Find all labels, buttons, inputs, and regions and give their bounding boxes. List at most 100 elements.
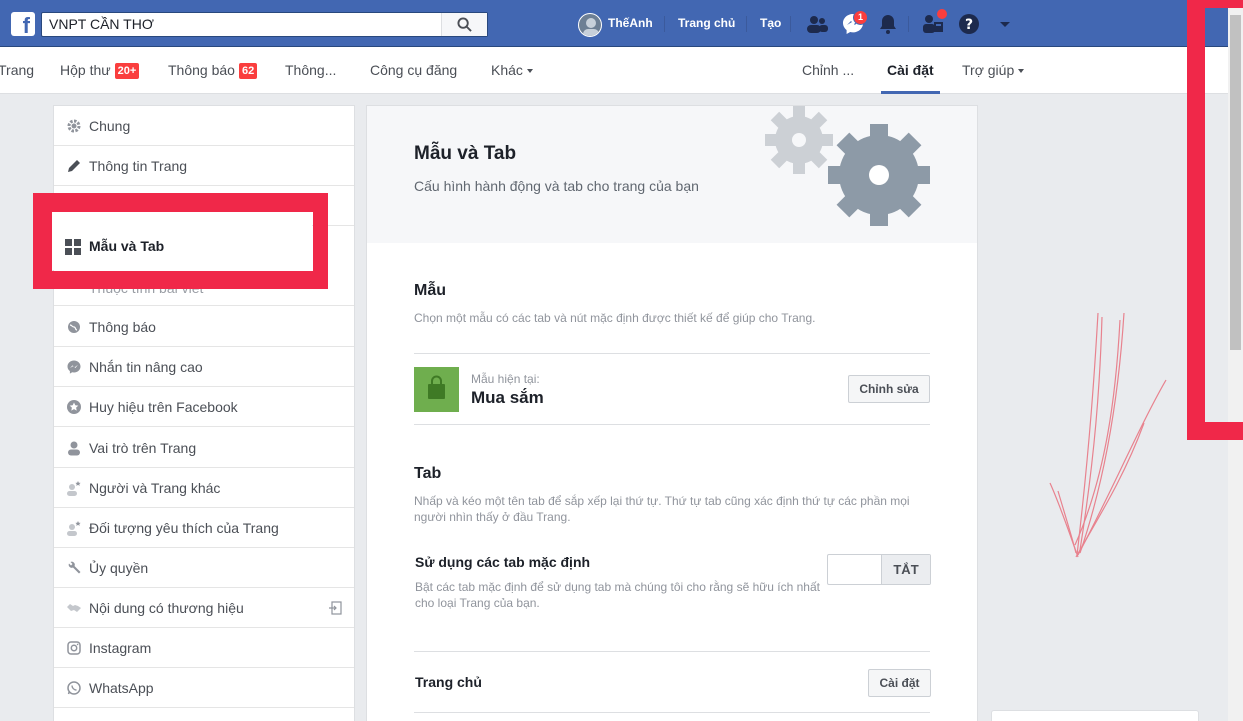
sidebar-item-label: Mẫu và Tab	[89, 238, 165, 254]
sidebar-item-page-info[interactable]: Thông tin Trang	[54, 146, 354, 186]
divider	[414, 651, 930, 652]
page-title: Mẫu và Tab	[414, 143, 517, 164]
right-column-card	[991, 710, 1199, 721]
page-navigation: Trang Hộp thư 20+ Thông báo 62 Thông... Cô…	[0, 47, 1228, 94]
caret-down-icon	[526, 69, 533, 73]
friend-requests-icon[interactable]	[805, 12, 829, 36]
edit-template-button[interactable]: Chỉnh sửa	[848, 375, 930, 403]
grid-icon	[65, 239, 81, 255]
pencil-icon	[68, 160, 80, 172]
divider	[664, 16, 665, 32]
new-dot-badge	[937, 9, 947, 19]
wrench-icon	[68, 561, 81, 574]
sidebar-item-notifications[interactable]: Thông báo	[54, 307, 354, 347]
template-section-title: Mẫu	[414, 282, 446, 299]
template-section-description: Chọn một mẫu có các tab và nút mặc định …	[414, 311, 816, 325]
hand-drawn-arrow-annotation	[1049, 312, 1167, 558]
divider	[414, 712, 930, 713]
tab-edit-page-info[interactable]: Chỉnh ...	[802, 62, 854, 78]
panel-header: Mẫu và Tab Cấu hình hành động và tab cho…	[367, 106, 977, 243]
sidebar-item-branded-content[interactable]: Nội dung có thương hiệu	[54, 588, 354, 628]
avatar[interactable]	[578, 13, 602, 37]
sidebar-item-preferred-audience[interactable]: Đối tượng yêu thích của Trang	[54, 508, 354, 548]
sidebar-item-label: WhatsApp	[89, 680, 154, 696]
home-tab-settings-button[interactable]: Cài đặt	[868, 669, 931, 697]
handshake-icon	[67, 604, 81, 612]
tab-publishing-tools[interactable]: Công cụ đăng	[370, 62, 457, 78]
profile-link[interactable]: ThếAnh	[608, 16, 653, 30]
tab-insights[interactable]: Thông...	[285, 62, 336, 78]
instagram-icon	[67, 641, 81, 655]
sidebar-item-label: Thông tin Trang	[89, 158, 188, 174]
search-box[interactable]: VNPT CẦN THƠ	[41, 12, 488, 37]
tab-inbox[interactable]: Hộp thư 20+	[60, 62, 140, 79]
sidebar-item-page-roles[interactable]: Vai trò trên Trang	[54, 428, 354, 468]
sidebar-item-label: Instagram	[89, 640, 152, 656]
divider	[746, 16, 747, 32]
messenger-badge: 1	[853, 10, 869, 25]
sidebar-item-authorizations[interactable]: Ủy quyền	[54, 548, 354, 588]
external-link-icon	[329, 601, 342, 615]
account-menu-chevron-down-icon[interactable]	[993, 12, 1017, 36]
inbox-badge: 20+	[114, 63, 140, 79]
tab-inbox-label: Hộp thư	[60, 62, 111, 78]
sidebar-item-label: Người và Trang khác	[89, 480, 221, 496]
sidebar-item-label: Vai trò trên Trang	[89, 440, 197, 456]
home-tab-label: Trang chủ	[415, 674, 482, 690]
top-navigation-bar: f VNPT CẦN THƠ ThếAnh Trang chủ Tạo 1 ?	[0, 0, 1228, 47]
person-icon	[68, 441, 80, 456]
page-subtitle: Cấu hình hành động và tab cho trang của …	[414, 178, 699, 194]
default-tabs-description-line1: Bật các tab mặc định để sử dụng tab mà c…	[415, 580, 820, 594]
search-button[interactable]	[441, 13, 487, 36]
sidebar-item-general[interactable]: Chung	[54, 106, 354, 146]
tab-help-label: Trợ giúp	[962, 62, 1015, 78]
create-link[interactable]: Tạo	[760, 16, 781, 30]
tabs-section-title: Tab	[414, 465, 442, 482]
notifications-bell-icon[interactable]	[876, 12, 900, 36]
shopping-bag-icon	[414, 367, 459, 412]
people-star-icon	[67, 521, 81, 536]
globe-icon	[68, 321, 80, 333]
current-template-label: Mẫu hiện tại:	[471, 372, 540, 386]
people-star-icon	[67, 481, 81, 496]
gear-icon	[67, 119, 81, 133]
notifications-badge: 62	[238, 63, 258, 79]
sidebar-item-facebook-badges[interactable]: Huy hiệu trên Facebook	[54, 387, 354, 427]
divider	[790, 16, 791, 32]
sidebar-item-advanced-messaging[interactable]: Nhắn tin nâng cao	[54, 347, 354, 387]
help-icon[interactable]: ?	[957, 12, 981, 36]
facebook-logo-icon[interactable]: f	[11, 12, 35, 36]
templates-and-tabs-panel: Mẫu và Tab Cấu hình hành động và tab cho…	[366, 105, 978, 721]
star-badge-icon	[67, 400, 81, 414]
default-tabs-toggle[interactable]: TẮT	[827, 554, 931, 585]
tab-notifications-label: Thông báo	[168, 62, 235, 78]
search-input[interactable]: VNPT CẦN THƠ	[49, 16, 154, 32]
current-template-value: Mua sắm	[471, 388, 544, 407]
tabs-section-description-line1: Nhấp và kéo một tên tab để sắp xếp lại t…	[414, 494, 910, 508]
sidebar-item-label: Ủy quyền	[89, 560, 149, 576]
gears-illustration-icon	[765, 106, 930, 226]
tab-notifications[interactable]: Thông báo 62	[168, 62, 258, 79]
sidebar-item-whatsapp[interactable]: WhatsApp	[54, 668, 354, 708]
tab-more[interactable]: Khác	[491, 62, 533, 78]
tab-more-label: Khác	[491, 62, 523, 78]
tab-settings[interactable]: Cài đặt	[887, 62, 934, 78]
svg-text:?: ?	[965, 17, 973, 33]
sidebar-item-label: Huy hiệu trên Facebook	[89, 399, 238, 415]
home-link[interactable]: Trang chủ	[678, 16, 735, 30]
divider	[414, 353, 930, 354]
sidebar-item-people-and-other-pages[interactable]: Người và Trang khác	[54, 468, 354, 508]
tab-page[interactable]: Trang	[0, 62, 34, 78]
whatsapp-icon	[67, 681, 81, 695]
sidebar-item-instagram[interactable]: Instagram	[54, 628, 354, 668]
default-tabs-description-line2: cho loại Trang của bạn.	[415, 596, 540, 610]
sidebar-item-label: Nội dung có thương hiệu	[89, 600, 244, 616]
tab-help[interactable]: Trợ giúp	[962, 62, 1025, 78]
sidebar-item-label: Nhắn tin nâng cao	[89, 359, 203, 375]
highlight-box-scrollbar	[1187, 0, 1243, 440]
active-tab-indicator	[881, 91, 940, 94]
divider	[908, 16, 909, 32]
toggle-off-label: TẮT	[881, 555, 930, 584]
caret-down-icon	[1018, 69, 1025, 73]
sidebar-item-templates-and-tabs[interactable]: Mẫu và Tab	[52, 212, 312, 270]
